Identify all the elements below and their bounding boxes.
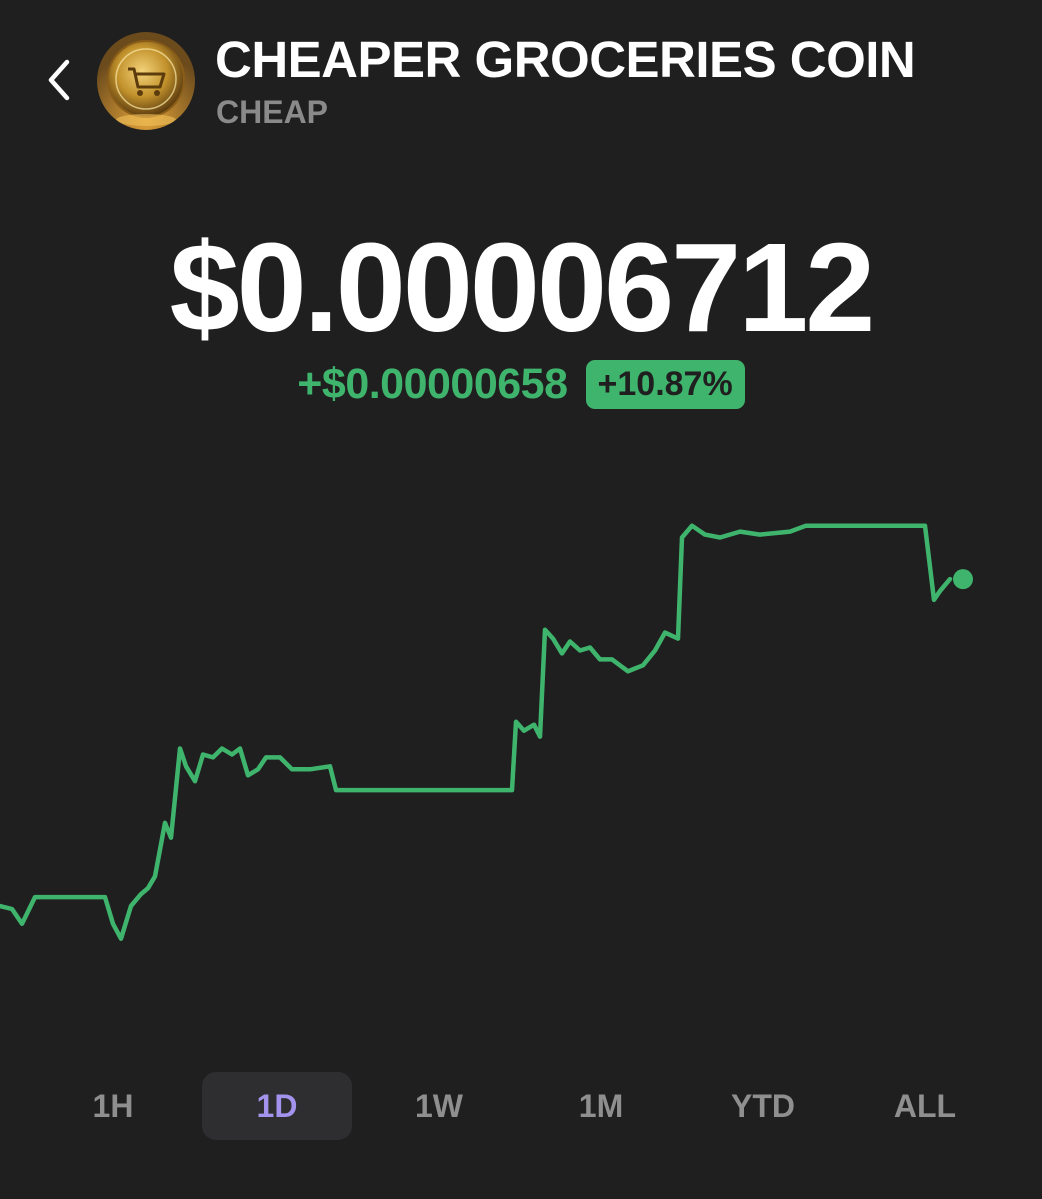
- chevron-left-icon: [48, 59, 70, 101]
- range-1w[interactable]: 1W: [364, 1072, 514, 1140]
- time-range-selector: 1H 1D 1W 1M YTD ALL: [0, 1072, 1042, 1140]
- price-change-percent-badge: +10.87%: [585, 360, 745, 409]
- coin-ticker: CHEAP: [216, 94, 329, 130]
- current-price-dot: [953, 569, 973, 590]
- coin-name: CHEAPER GROCERIES COIN: [215, 31, 916, 88]
- coin-logo: [97, 32, 195, 130]
- range-1d[interactable]: 1D: [202, 1072, 352, 1140]
- back-button[interactable]: [30, 50, 86, 110]
- range-all[interactable]: ALL: [850, 1072, 1000, 1140]
- current-price: $0.00006712: [169, 217, 876, 358]
- price-chart[interactable]: [0, 470, 1042, 1030]
- range-1m[interactable]: 1M: [526, 1072, 676, 1140]
- price-change-row: +$0.00000658 +10.87%: [0, 360, 1042, 409]
- range-ytd[interactable]: YTD: [688, 1072, 838, 1140]
- range-1h[interactable]: 1H: [38, 1072, 188, 1140]
- price-line: [0, 523, 953, 941]
- header: CHEAPER GROCERIES COIN CHEAP: [0, 0, 1042, 160]
- price-change-absolute: +$0.00000658: [297, 360, 568, 408]
